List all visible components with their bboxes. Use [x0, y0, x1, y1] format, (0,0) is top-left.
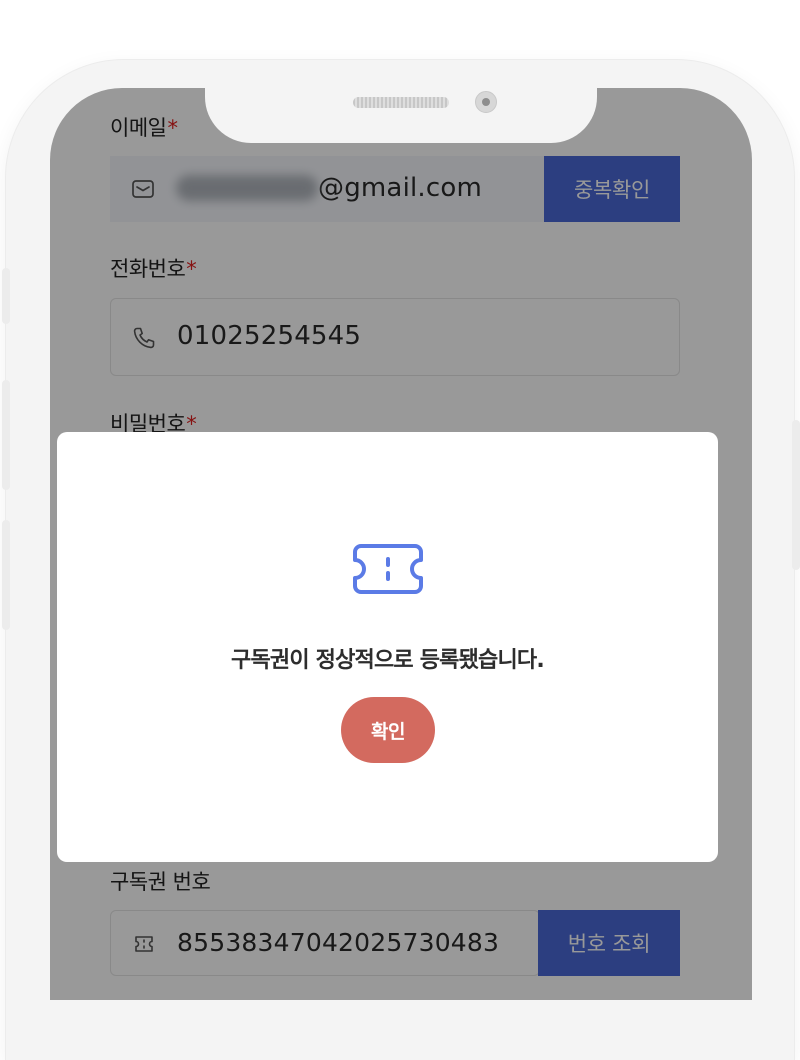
phone-side-button	[2, 268, 10, 324]
confirm-button[interactable]: 확인	[341, 697, 435, 763]
ticket-icon	[353, 544, 423, 594]
speaker-grille	[353, 97, 449, 108]
phone-side-button	[792, 420, 800, 570]
registration-success-dialog: 구독권이 정상적으로 등록됐습니다. 확인	[57, 432, 718, 862]
front-camera	[475, 91, 497, 113]
success-message: 구독권이 정상적으로 등록됐습니다.	[231, 648, 545, 673]
phone-side-button	[2, 380, 10, 490]
phone-side-button	[2, 520, 10, 630]
phone-notch	[205, 85, 597, 143]
